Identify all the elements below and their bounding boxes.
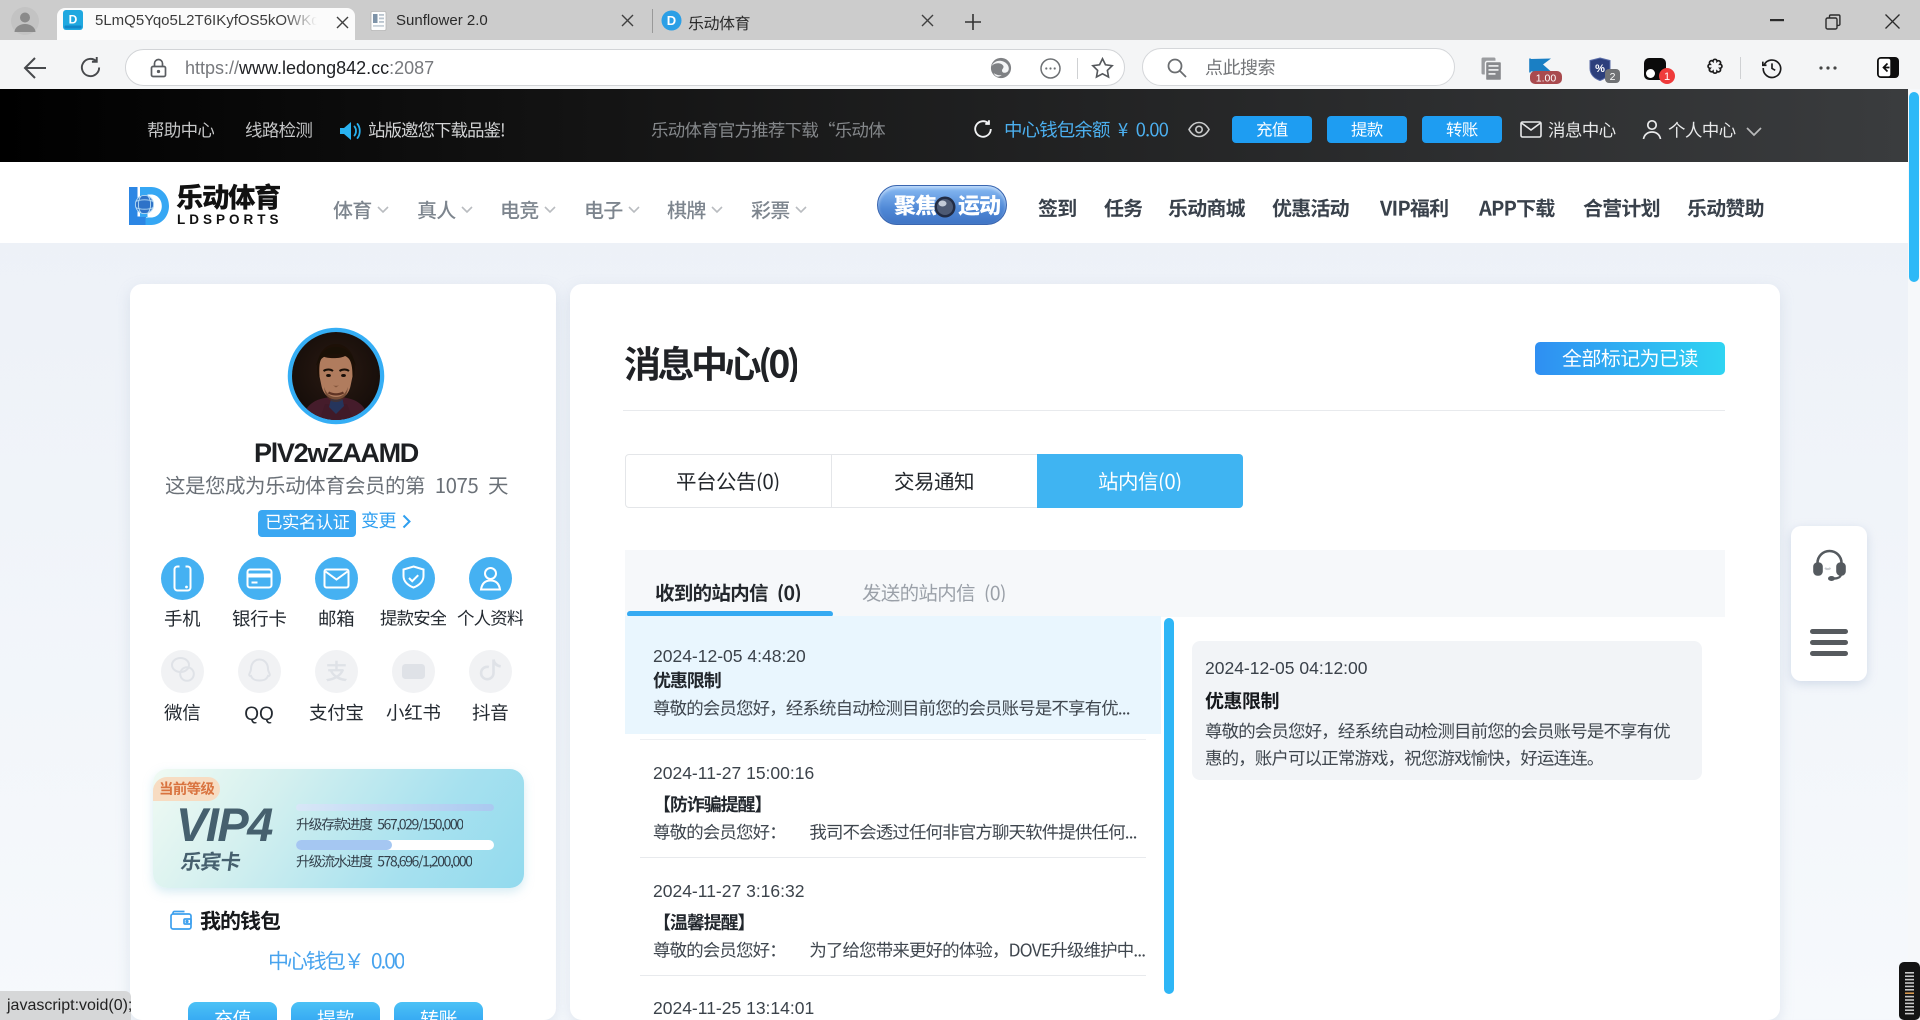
svg-text:%: % (1595, 63, 1605, 75)
svg-text:D: D (69, 13, 78, 27)
svg-text:1.00: 1.00 (1536, 72, 1557, 84)
svg-text:支: 支 (326, 661, 348, 684)
svg-text:2: 2 (1610, 71, 1616, 83)
svg-text:1: 1 (1664, 71, 1670, 83)
svg-text:D: D (667, 13, 676, 28)
